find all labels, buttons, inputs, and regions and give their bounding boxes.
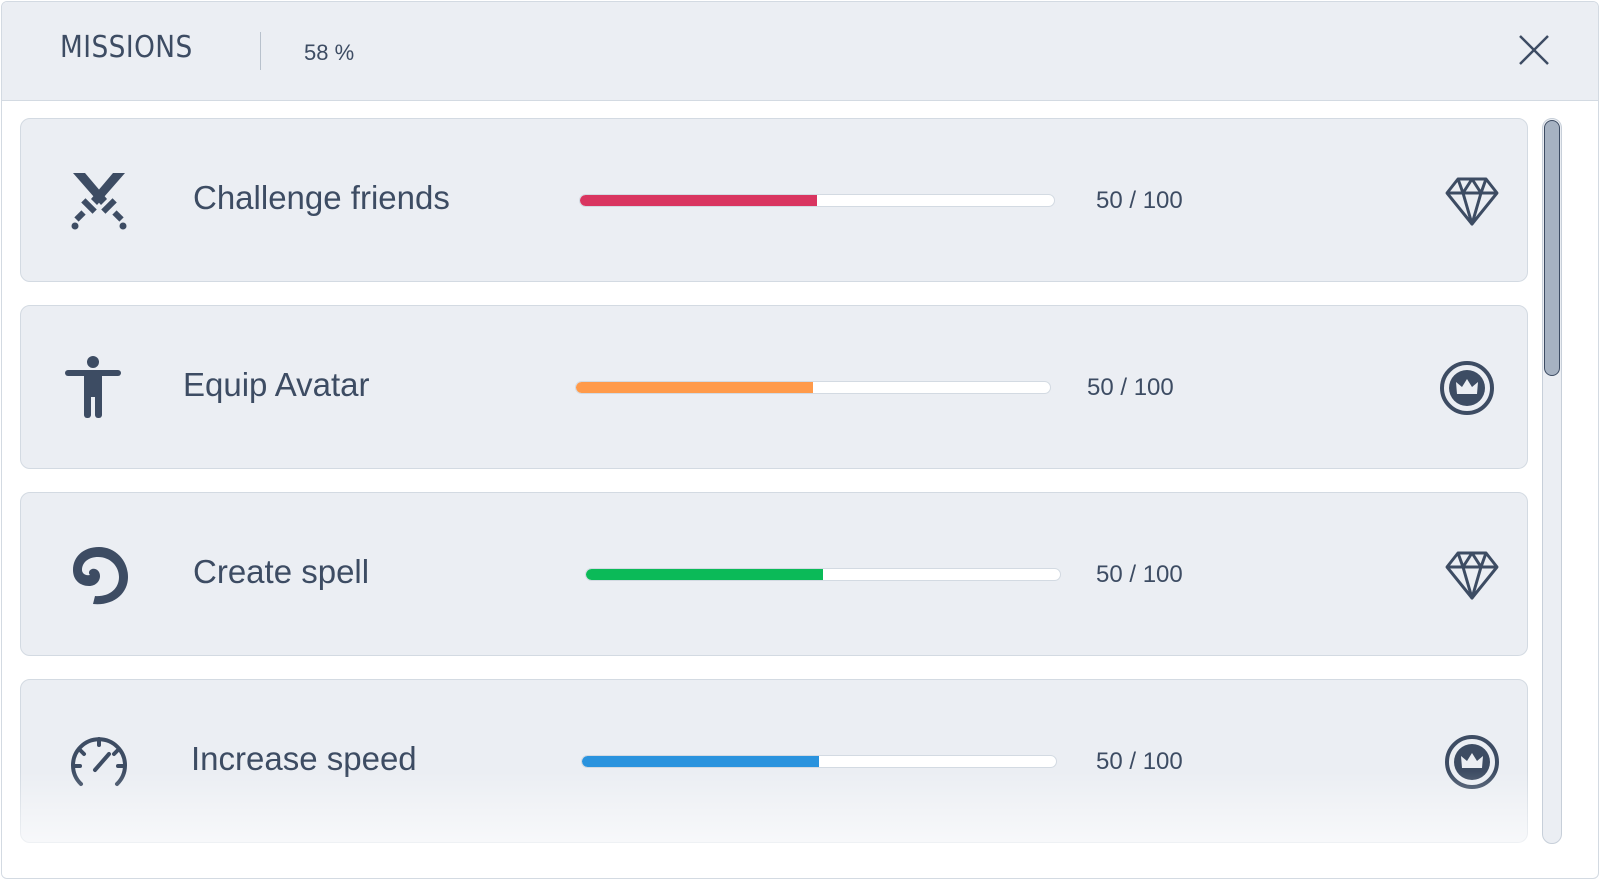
mission-progress-bar <box>579 194 1055 207</box>
crown-coin-icon <box>1444 734 1500 790</box>
avatar-icon <box>61 356 125 420</box>
crown-coin-icon <box>1439 360 1495 416</box>
mission-progress-bar <box>585 568 1061 581</box>
mission-count: 50 / 100 <box>1096 561 1183 588</box>
mission-card-challenge-friends[interactable]: Challenge friends 50 / 100 <box>20 118 1528 282</box>
mission-title: Equip Avatar <box>183 366 370 403</box>
mission-progress-bar <box>581 755 1057 768</box>
close-button[interactable] <box>1514 30 1554 70</box>
mission-card-create-spell[interactable]: Create spell 50 / 100 <box>20 492 1528 656</box>
mission-count: 50 / 100 <box>1096 748 1183 775</box>
spiral-spell-icon <box>69 543 133 607</box>
mission-progress-fill <box>586 569 823 580</box>
mission-card-equip-avatar[interactable]: Equip Avatar 50 / 100 <box>20 305 1528 469</box>
missions-panel: MISSIONS 58 % Challenge friends 50 / 100… <box>1 1 1599 879</box>
diamond-icon <box>1444 173 1500 229</box>
close-icon <box>1519 35 1549 65</box>
mission-count: 50 / 100 <box>1096 187 1183 214</box>
mission-count: 50 / 100 <box>1087 374 1174 401</box>
mission-card-increase-speed[interactable]: Increase speed 50 / 100 <box>20 679 1528 843</box>
mission-progress-fill <box>582 756 819 767</box>
panel-title: MISSIONS <box>60 30 193 65</box>
mission-progress-fill <box>580 195 817 206</box>
overall-progress: 58 % <box>304 40 355 65</box>
mission-title: Increase speed <box>191 740 417 777</box>
scrollbar-thumb[interactable] <box>1544 120 1560 376</box>
mission-title: Create spell <box>193 553 370 590</box>
crossed-swords-icon <box>67 169 131 233</box>
mission-progress-fill <box>576 382 813 393</box>
diamond-icon <box>1444 547 1500 603</box>
mission-title: Challenge friends <box>193 179 450 216</box>
header-divider <box>260 32 261 70</box>
list-scrollbar[interactable] <box>1542 118 1562 844</box>
mission-progress-bar <box>575 381 1051 394</box>
speedometer-icon <box>67 730 131 794</box>
panel-header: MISSIONS 58 % <box>2 2 1598 101</box>
missions-list[interactable]: Challenge friends 50 / 100 Equip Avatar … <box>2 101 1598 878</box>
